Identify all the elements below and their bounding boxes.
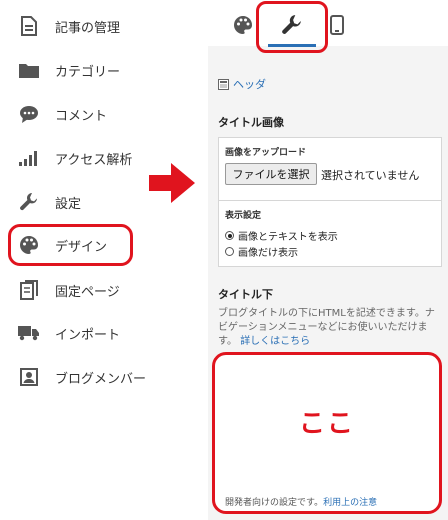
radio-label: 画像だけ表示 [238,248,298,259]
sidebar-item-label: 設定 [55,196,82,212]
developer-note: 開発者向けの設定です。利用上の注意 [225,495,377,508]
radio-label: 画像とテキストを表示 [238,232,338,243]
wrench-icon [18,191,40,213]
palette-icon [234,15,253,34]
tab-design[interactable] [228,10,258,40]
sidebar-item-articles[interactable]: 記事の管理 [18,8,120,44]
document-icon [18,15,40,37]
terms-link[interactable]: 利用上の注意 [323,498,377,508]
sidebar-item-import[interactable]: インポート [18,315,120,351]
sidebar-item-label: 固定ページ [55,284,120,300]
sidebar-item-label: アクセス解析 [55,152,133,168]
tab-highlight-annotation [256,1,328,53]
radio-button[interactable] [225,231,234,240]
sidebar-item-settings[interactable]: 設定 [18,184,81,220]
sidebar-item-label: 記事の管理 [55,20,121,36]
sidebar: 記事の管理 カテゴリー コメント アクセス解析 設定 デザイン 固定ページ イン… [0,0,205,520]
sidebar-item-members[interactable]: ブログメンバー [18,359,146,395]
sidebar-item-label: ブログメンバー [55,371,147,387]
pages-icon [18,279,40,301]
details-link[interactable]: 詳しくはこちら [240,336,310,347]
tab-bar [208,0,448,53]
divider [219,200,441,201]
section-link-label: ヘッダ [233,78,266,91]
design-highlight-annotation [8,224,133,266]
title-image-heading: タイトル画像 [218,116,284,129]
header-section-link[interactable]: ヘッダ [218,76,266,92]
sidebar-item-comment[interactable]: コメント [18,96,107,132]
developer-note-text: 開発者向けの設定です。 [225,498,324,508]
arrow-right-icon [149,163,195,203]
below-title-html-textarea[interactable]: ここ 開発者向けの設定です。利用上の注意 [212,352,442,514]
radio-image-only[interactable]: 画像だけ表示 [225,244,298,259]
sidebar-item-label: インポート [55,327,121,343]
below-title-heading: タイトル下 [218,288,273,301]
radio-image-and-text[interactable]: 画像とテキストを表示 [225,228,338,243]
upload-label: 画像をアップロード [225,148,307,158]
file-status-text: 選択されていません [321,169,420,182]
display-setting-label: 表示設定 [225,211,262,221]
folder-icon [18,59,40,81]
truck-icon [18,322,40,344]
sidebar-item-label: カテゴリー [55,64,121,80]
member-icon [18,366,40,388]
radio-button[interactable] [225,247,234,256]
sidebar-item-pages[interactable]: 固定ページ [18,272,120,308]
sidebar-item-analytics[interactable]: アクセス解析 [18,140,132,176]
header-section-icon [218,78,229,90]
comment-icon [18,103,40,125]
below-title-description: ブログタイトルの下にHTMLを記述できます。ナビゲーションメニューなどにお使いい… [218,307,444,349]
sidebar-item-label: コメント [55,108,108,124]
annotation-text: ここ [298,409,355,439]
bar-chart-icon [18,147,40,169]
smartphone-icon [330,15,344,35]
file-select-button[interactable]: ファイルを選択 [225,163,317,185]
title-image-settings: 画像をアップロード ファイルを選択 選択されていません 表示設定 画像とテキスト… [218,137,442,267]
sidebar-item-category[interactable]: カテゴリー [18,52,120,88]
